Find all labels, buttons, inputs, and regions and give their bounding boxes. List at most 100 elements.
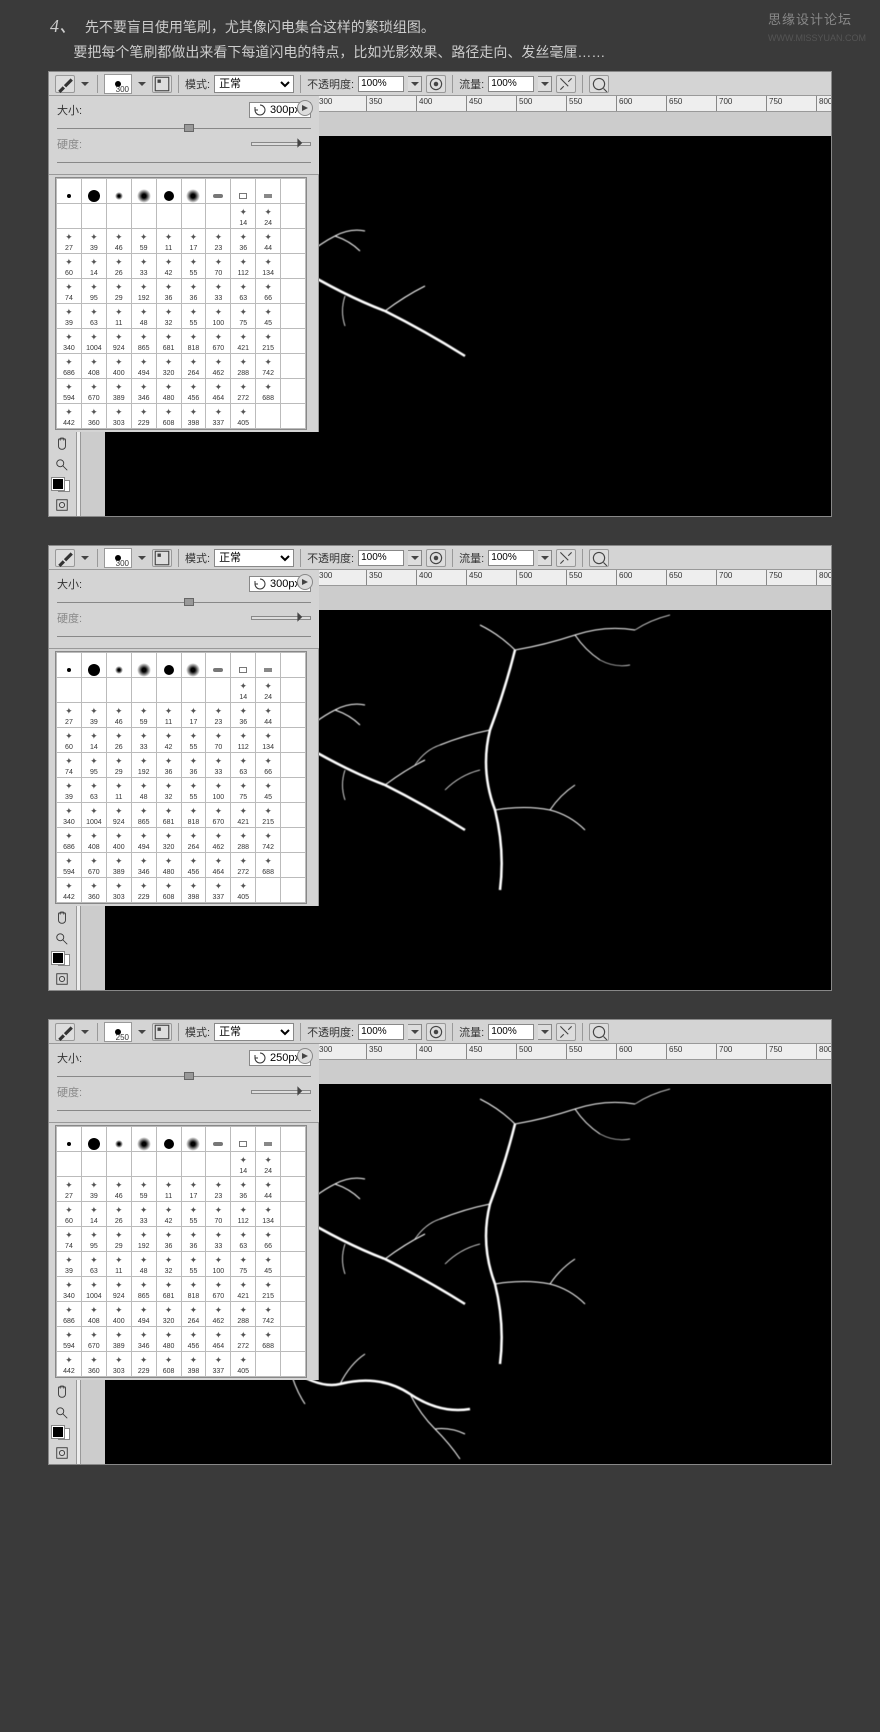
brush-preset[interactable]: ✦303 (106, 404, 131, 429)
brush-preset[interactable] (206, 204, 231, 229)
brush-preset[interactable]: ✦865 (131, 1277, 156, 1302)
brush-preset[interactable]: ✦27 (57, 1177, 82, 1202)
brush-preset[interactable]: ✦320 (156, 354, 181, 379)
brush-preset[interactable]: ✦215 (256, 1277, 281, 1302)
brush-preset[interactable] (281, 279, 306, 304)
brush-preset[interactable] (156, 1127, 181, 1152)
brush-tool-icon[interactable] (55, 549, 75, 567)
brush-preset[interactable] (57, 1152, 82, 1177)
brush-preset[interactable]: ✦59 (131, 703, 156, 728)
airbrush-icon[interactable] (556, 75, 576, 93)
brush-preset-grid[interactable]: ✦14✦24✦27✦39✦46✦59✦11✦17✦23✦36✦44✦60✦14✦… (55, 177, 307, 430)
brush-preset[interactable]: ✦337 (206, 404, 231, 429)
brush-preset[interactable]: ✦360 (81, 404, 106, 429)
brush-preset[interactable]: ✦865 (131, 803, 156, 828)
brush-preset[interactable]: ✦11 (106, 778, 131, 803)
brush-preset[interactable]: ✦36 (156, 279, 181, 304)
brush-preset[interactable]: ✦480 (156, 1327, 181, 1352)
brush-preset[interactable]: ✦340 (57, 1277, 82, 1302)
brush-preset[interactable]: ✦681 (156, 1277, 181, 1302)
brush-preset[interactable]: ✦100 (206, 778, 231, 803)
brush-preset[interactable] (281, 753, 306, 778)
brush-preset[interactable]: ✦14 (81, 1202, 106, 1227)
brush-preset[interactable]: ✦924 (106, 329, 131, 354)
brush-preset[interactable]: ✦45 (256, 1252, 281, 1277)
brush-preset[interactable]: ✦688 (256, 379, 281, 404)
brush-preset[interactable]: ✦75 (231, 1252, 256, 1277)
hand-tool-icon[interactable] (50, 1382, 74, 1402)
flow-input[interactable] (488, 76, 534, 92)
brush-preset[interactable]: ✦100 (206, 1252, 231, 1277)
brush-preset[interactable]: ✦24 (256, 678, 281, 703)
brush-preset[interactable] (281, 1302, 306, 1327)
brush-preset[interactable]: ✦39 (81, 229, 106, 254)
brush-preset[interactable]: ✦74 (57, 1227, 82, 1252)
collapse-icon[interactable] (295, 1084, 307, 1098)
brush-preset[interactable] (256, 653, 281, 678)
brush-preset[interactable] (256, 179, 281, 204)
brush-preset[interactable]: ✦818 (181, 329, 206, 354)
brush-preset[interactable] (281, 728, 306, 753)
brush-preset[interactable]: ✦346 (131, 853, 156, 878)
brush-preset[interactable]: ✦36 (156, 1227, 181, 1252)
brush-preset[interactable]: ✦688 (256, 1327, 281, 1352)
brush-preset[interactable] (206, 678, 231, 703)
brush-preset[interactable] (281, 379, 306, 404)
brush-preset-dropdown[interactable] (136, 79, 148, 89)
brush-preset[interactable]: ✦29 (106, 753, 131, 778)
brush-preset[interactable] (106, 204, 131, 229)
brush-preset[interactable] (131, 678, 156, 703)
brush-preset[interactable]: ✦60 (57, 728, 82, 753)
brush-preset-grid[interactable]: ✦14✦24✦27✦39✦46✦59✦11✦17✦23✦36✦44✦60✦14✦… (55, 651, 307, 904)
brush-preset[interactable] (181, 204, 206, 229)
brush-preset[interactable]: ✦456 (181, 1327, 206, 1352)
tool-preset-dropdown[interactable] (79, 1027, 91, 1037)
brush-preset[interactable]: ✦75 (231, 304, 256, 329)
opacity-dropdown-arrow[interactable] (408, 1024, 422, 1040)
brush-preset[interactable]: ✦29 (106, 1227, 131, 1252)
brush-preset[interactable]: ✦303 (106, 878, 131, 903)
brush-preset[interactable]: ✦48 (131, 778, 156, 803)
opacity-input[interactable] (358, 550, 404, 566)
brush-preset[interactable]: ✦264 (181, 828, 206, 853)
brush-preset[interactable] (181, 1152, 206, 1177)
brush-preset[interactable]: ✦23 (206, 703, 231, 728)
collapse-icon[interactable] (295, 136, 307, 150)
brush-preset[interactable]: ✦27 (57, 229, 82, 254)
airbrush-icon[interactable] (556, 549, 576, 567)
brush-preset[interactable]: ✦215 (256, 803, 281, 828)
brush-preset-grid[interactable]: ✦14✦24✦27✦39✦46✦59✦11✦17✦23✦36✦44✦60✦14✦… (55, 1125, 307, 1378)
brush-preset[interactable] (281, 1202, 306, 1227)
brush-preset[interactable]: ✦11 (156, 1177, 181, 1202)
brush-preset[interactable]: ✦39 (57, 1252, 82, 1277)
brush-preset[interactable]: ✦346 (131, 1327, 156, 1352)
brush-preset[interactable] (281, 1227, 306, 1252)
brush-preset[interactable]: ✦408 (81, 828, 106, 853)
brush-preset[interactable]: ✦14 (231, 1152, 256, 1177)
brush-preset[interactable] (181, 179, 206, 204)
brush-preset[interactable] (57, 1127, 82, 1152)
brush-preset[interactable]: ✦45 (256, 304, 281, 329)
brush-preset[interactable]: ✦594 (57, 853, 82, 878)
brush-preset[interactable]: ✦818 (181, 803, 206, 828)
brush-preset[interactable]: ✦272 (231, 379, 256, 404)
brush-preset[interactable]: ✦464 (206, 853, 231, 878)
brush-preset[interactable]: ✦14 (81, 254, 106, 279)
brush-preview[interactable]: 300 (104, 74, 132, 94)
brush-preset[interactable]: ✦594 (57, 379, 82, 404)
brush-preset[interactable] (281, 878, 306, 903)
brush-preset[interactable]: ✦670 (81, 1327, 106, 1352)
brush-preset[interactable]: ✦421 (231, 329, 256, 354)
brush-preset[interactable]: ✦70 (206, 728, 231, 753)
brush-preset[interactable]: ✦63 (81, 778, 106, 803)
quickmask-icon[interactable] (50, 495, 74, 515)
flow-dropdown-arrow[interactable] (538, 1024, 552, 1040)
brush-preset[interactable]: ✦39 (81, 703, 106, 728)
brush-preset[interactable]: ✦42 (156, 728, 181, 753)
brush-preset[interactable]: ✦74 (57, 279, 82, 304)
brush-preset[interactable]: ✦46 (106, 1177, 131, 1202)
brush-preset[interactable] (281, 1177, 306, 1202)
mode-select[interactable]: 正常 (214, 75, 294, 93)
brush-preset[interactable] (206, 1127, 231, 1152)
brush-preset[interactable]: ✦26 (106, 254, 131, 279)
